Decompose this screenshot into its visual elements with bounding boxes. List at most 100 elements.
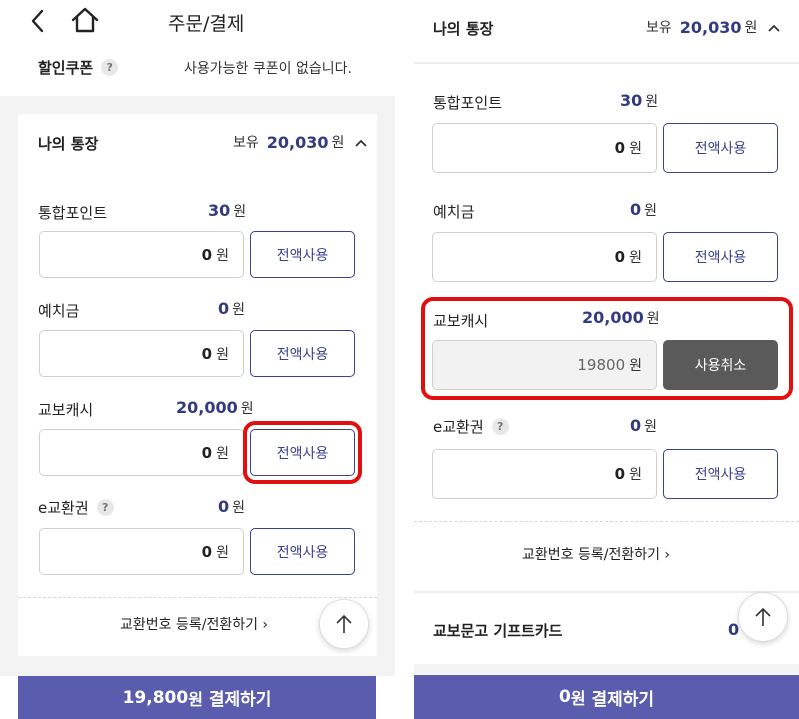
evoucher-use-all-button[interactable]: 전액사용 (663, 449, 778, 499)
deposit-balance: 0원 (630, 200, 657, 220)
points-input-value: 0 (201, 245, 213, 264)
evoucher-unit: 원 (232, 500, 246, 516)
exchange-link-text: 교환번호 등록/전환하기 (522, 547, 660, 563)
evoucher-balance: 0원 (630, 416, 657, 436)
evoucher-input[interactable]: 0원 (39, 528, 244, 575)
pay-button[interactable]: 0원 결제하기 (414, 675, 799, 719)
deposit-input-unit: 원 (629, 250, 642, 266)
points-use-all-button[interactable]: 전액사용 (250, 231, 355, 278)
deposit-input-unit: 원 (216, 346, 229, 363)
evoucher-label: e교환권 (38, 499, 89, 517)
points-label: 통합포인트 (38, 204, 108, 222)
header-divider (414, 62, 799, 64)
pay-button[interactable]: 19,800 원 결제하기 (18, 676, 376, 719)
deposit-label: 예치금 (433, 203, 475, 221)
scroll-top-button[interactable] (319, 599, 369, 649)
evoucher-help-icon[interactable]: ? (491, 418, 509, 435)
chevron-up-icon (767, 18, 781, 37)
deposit-balance: 0원 (218, 299, 245, 319)
deposit-input-value: 0 (201, 344, 213, 363)
wallet-title: 나의 통장 (433, 20, 494, 38)
points-use-all-button[interactable]: 전액사용 (663, 123, 778, 173)
home-icon[interactable] (70, 6, 100, 34)
evoucher-amount: 0 (630, 416, 642, 435)
chevron-up-icon (354, 133, 368, 152)
exchange-register-link[interactable]: 교환번호 등록/전환하기 › (120, 614, 268, 634)
dashed-divider (18, 597, 377, 598)
pay-amount: 19,800 (122, 687, 189, 708)
section-divider (414, 591, 799, 593)
evoucher-input[interactable]: 0원 (432, 449, 657, 499)
points-input[interactable]: 0원 (39, 231, 244, 278)
side-gutter-right (377, 96, 395, 656)
cash-input-value: 0 (201, 443, 213, 462)
points-input-unit: 원 (216, 247, 229, 264)
pay-label: 결제하기 (208, 690, 272, 710)
points-amount: 30 (208, 201, 231, 220)
bottom-gray-strip (0, 656, 395, 676)
coupon-empty-text: 사용가능한 쿠폰이 없습니다. (184, 61, 352, 77)
coupon-label: 할인쿠폰 (38, 59, 94, 77)
evoucher-amount: 0 (218, 497, 230, 516)
cash-input[interactable]: 0원 (39, 429, 244, 476)
left-screenshot-panel: 주문/결제 할인쿠폰 ? 사용가능한 쿠폰이 없습니다. 나의 통장 보유 20… (0, 0, 395, 719)
pay-amount: 0 (558, 687, 571, 707)
points-label: 통합포인트 (433, 94, 503, 112)
deposit-input[interactable]: 0원 (39, 330, 244, 377)
held-label: 보유 (233, 135, 259, 151)
held-label: 보유 (646, 20, 672, 36)
evoucher-unit: 원 (644, 419, 658, 435)
points-input-value: 0 (614, 139, 626, 157)
pay-unit: 원 (570, 689, 586, 708)
evoucher-help-icon[interactable]: ? (96, 499, 114, 516)
evoucher-input-value: 0 (201, 542, 213, 561)
points-balance: 30 원 (620, 91, 658, 111)
pay-label: 결제하기 (591, 689, 655, 710)
deposit-label: 예치금 (38, 302, 80, 320)
points-input-unit: 원 (629, 141, 642, 157)
evoucher-label: e교환권 (433, 418, 484, 436)
bottom-gray-strip (414, 664, 799, 674)
pay-unit: 원 (188, 689, 203, 709)
giftcard-amount: 0 (728, 620, 740, 639)
points-input[interactable]: 0원 (432, 123, 657, 173)
right-screenshot-panel: 나의 통장 보유 20,030 원 통합포인트 30 원 0원 전액사용 예치금 … (414, 0, 799, 719)
exchange-register-link[interactable]: 교환번호 등록/전환하기 › (522, 544, 670, 564)
points-balance: 30 원 (208, 201, 246, 221)
evoucher-label-group: e교환권 ? (38, 497, 114, 518)
evoucher-use-all-button[interactable]: 전액사용 (250, 528, 355, 575)
coupon-help-icon[interactable]: ? (101, 59, 119, 76)
deposit-unit: 원 (232, 302, 246, 318)
cash-label: 교보캐시 (38, 401, 94, 419)
page-title: 주문/결제 (168, 13, 245, 35)
deposit-use-all-button[interactable]: 전액사용 (250, 330, 355, 377)
arrow-up-icon (755, 607, 771, 626)
deposit-amount: 0 (630, 200, 642, 219)
deposit-input[interactable]: 0원 (432, 232, 657, 282)
deposit-use-all-button[interactable]: 전액사용 (663, 232, 778, 282)
wallet-balance-toggle[interactable]: 보유 20,030 원 (233, 132, 368, 152)
held-unit: 원 (331, 135, 345, 151)
points-amount: 30 (620, 91, 643, 110)
points-unit: 원 (233, 204, 247, 220)
evoucher-input-unit: 원 (629, 467, 642, 483)
giftcard-label: 교보문고 기프트카드 (433, 622, 563, 640)
evoucher-input-unit: 원 (216, 544, 229, 561)
arrow-up-icon (336, 614, 352, 633)
cash-input-unit: 원 (216, 445, 229, 462)
held-amount: 20,030 (266, 132, 329, 152)
coupon-row: 할인쿠폰 ? (38, 57, 119, 78)
deposit-input-value: 0 (614, 248, 626, 266)
held-amount: 20,030 (679, 17, 742, 37)
cash-amount: 20,000 (176, 398, 238, 417)
back-icon[interactable] (28, 8, 48, 34)
deposit-amount: 0 (218, 299, 230, 318)
scroll-top-button[interactable] (738, 592, 788, 642)
cash-balance: 20,000 원 (176, 398, 254, 418)
exchange-link-text: 교환번호 등록/전환하기 (120, 617, 258, 633)
wallet-title: 나의 통장 (38, 135, 99, 153)
side-gutter-left (0, 96, 18, 656)
highlight-box (243, 421, 362, 484)
wallet-balance-toggle[interactable]: 보유 20,030 원 (646, 17, 781, 37)
evoucher-input-value: 0 (614, 465, 626, 483)
